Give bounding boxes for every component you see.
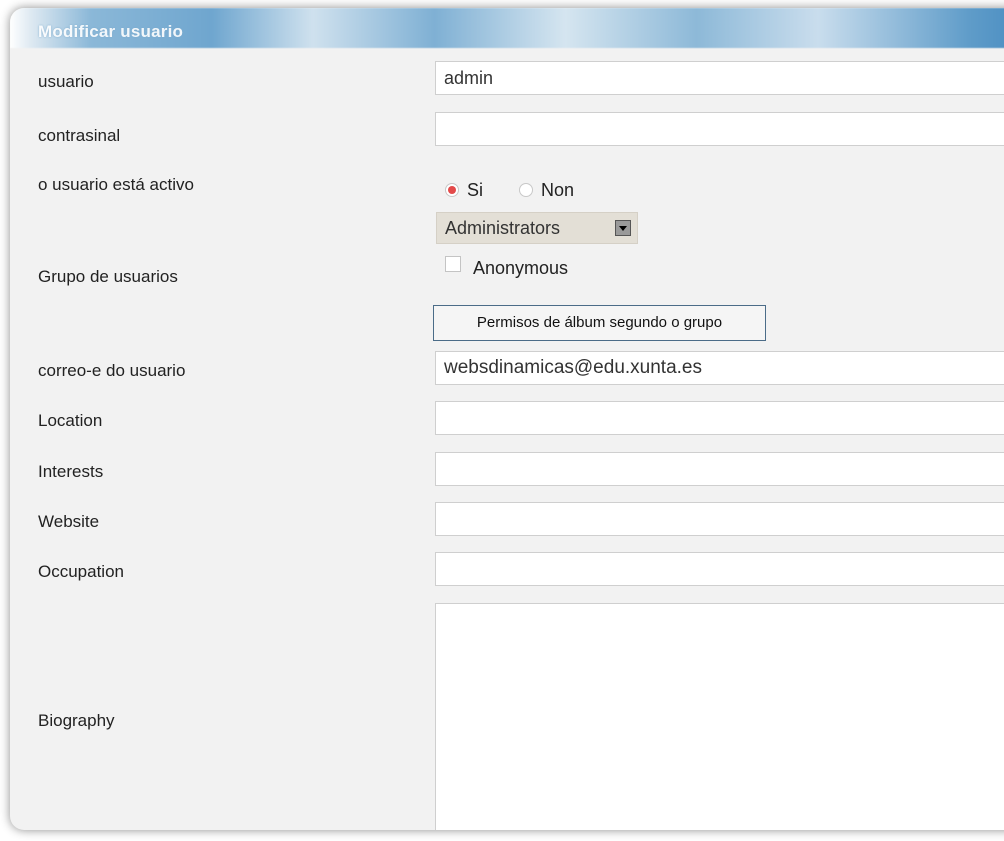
album-permissions-button[interactable]: Permisos de álbum segundo o grupo bbox=[433, 305, 766, 341]
email-label: correo-e do usuario bbox=[38, 361, 186, 380]
username-label: usuario bbox=[38, 72, 94, 91]
interests-field[interactable] bbox=[435, 452, 1004, 486]
anonymous-checkbox[interactable] bbox=[445, 256, 461, 272]
radio-non-label: Non bbox=[541, 179, 575, 200]
location-field[interactable] bbox=[435, 401, 1004, 435]
active-label: o usuario está activo bbox=[38, 175, 194, 194]
occupation-label: Occupation bbox=[38, 562, 124, 581]
radio-non[interactable] bbox=[519, 183, 534, 197]
email-field[interactable]: websdinamicas@edu.xunta.es bbox=[435, 351, 1004, 385]
website-label: Website bbox=[38, 512, 100, 531]
password-field[interactable] bbox=[435, 112, 1004, 146]
radio-si[interactable] bbox=[445, 183, 459, 197]
location-label: Location bbox=[38, 411, 103, 430]
user-group-select[interactable]: Administrators bbox=[436, 212, 638, 244]
user-group-label: Grupo de usuarios bbox=[38, 267, 178, 286]
user-edit-panel: Modificar usuario usuario admin contrasi… bbox=[10, 8, 1004, 830]
username-field[interactable]: admin bbox=[435, 61, 1004, 95]
panel-title: Modificar usuario bbox=[38, 22, 184, 41]
website-field[interactable] bbox=[435, 502, 1004, 536]
chevron-down-icon[interactable] bbox=[615, 220, 631, 236]
password-label: contrasinal bbox=[38, 126, 121, 145]
anonymous-label: Anonymous bbox=[473, 258, 569, 278]
occupation-field[interactable] bbox=[435, 552, 1004, 586]
user-group-selected: Administrators bbox=[445, 218, 561, 238]
biography-textarea[interactable] bbox=[435, 603, 1004, 830]
active-radio-group: Si Non bbox=[445, 176, 574, 204]
radio-si-label: Si bbox=[467, 179, 484, 200]
biography-label: Biography bbox=[38, 711, 115, 730]
anonymous-row: Anonymous bbox=[445, 256, 569, 279]
interests-label: Interests bbox=[38, 462, 104, 481]
